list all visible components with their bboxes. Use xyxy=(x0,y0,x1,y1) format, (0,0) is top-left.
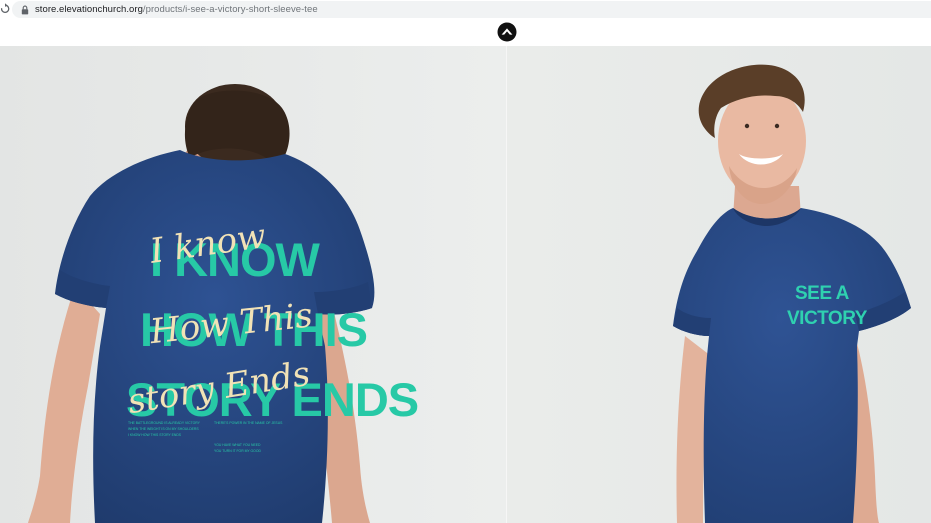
site-header xyxy=(0,20,931,46)
chest-print-line-1: SEE A xyxy=(795,283,850,304)
elevation-chevron-logo-icon[interactable] xyxy=(497,22,517,42)
front-view-illustration: SEE A VICTORY xyxy=(507,46,931,523)
fine-print-5: YOU HAVE WHAT YOU NEED xyxy=(214,443,261,447)
lock-icon[interactable] xyxy=(21,5,29,15)
url-text: store.elevationchurch.org/products/i-see… xyxy=(35,4,318,15)
url-field[interactable]: store.elevationchurch.org/products/i-see… xyxy=(12,1,931,18)
fine-print-6: YOU TURN IT FOR MY GOOD xyxy=(214,449,261,453)
url-host: store.elevationchurch.org xyxy=(35,4,143,15)
fine-print-3: I KNOW HOW THIS STORY ENDS xyxy=(128,433,182,437)
fine-print-1: THE BATTLEGROUND IS ALREADY VICTORY xyxy=(128,421,201,425)
back-view-illustration: I KNOW HOW THIS STORY ENDS I know How Th… xyxy=(0,46,506,523)
product-photo-back[interactable]: I KNOW HOW THIS STORY ENDS I know How Th… xyxy=(0,46,506,523)
chest-print-line-2: VICTORY xyxy=(787,308,868,329)
browser-address-bar: store.elevationchurch.org/products/i-see… xyxy=(0,0,931,20)
fine-print-4: THERE'S POWER IN THE NAME OF JESUS xyxy=(214,421,283,425)
product-gallery: I KNOW HOW THIS STORY ENDS I know How Th… xyxy=(0,46,931,523)
product-photo-front[interactable]: SEE A VICTORY xyxy=(507,46,931,523)
url-path: /products/i-see-a-victory-short-sleeve-t… xyxy=(142,4,318,15)
reload-icon[interactable] xyxy=(0,2,10,16)
fine-print-2: WHEN THE WEIGHT IS ON MY SHOULDERS xyxy=(128,427,199,431)
